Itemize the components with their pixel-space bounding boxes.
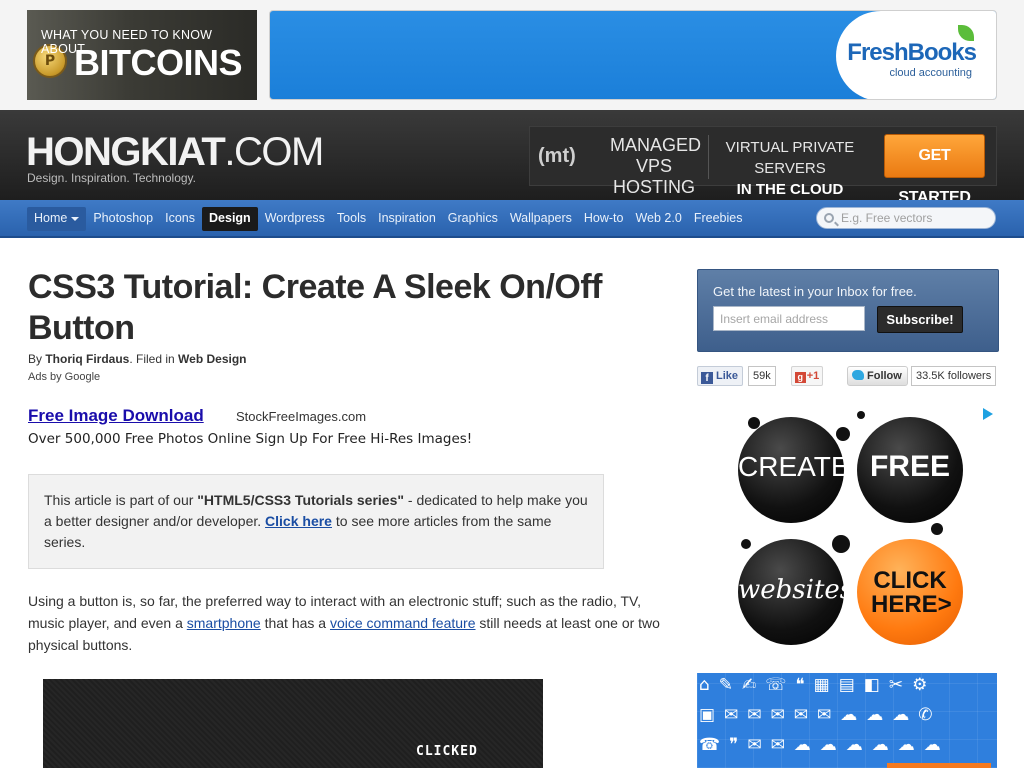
orange-bar — [887, 763, 991, 768]
site-logo[interactable]: HONGKIAT.COM — [26, 132, 324, 172]
author-link[interactable]: Thoriq Firdaus — [45, 352, 129, 366]
icon-row-2: ▣✉✉✉✉✉☁☁☁✆ — [699, 705, 942, 725]
twitter-follower-count: 33.5K followers — [911, 366, 997, 386]
icon-row-1: ⌂✎✍☏❝▦▤◧✂⚙ — [699, 675, 937, 695]
newsletter-title: Get the latest in your Inbox for free. — [713, 284, 917, 299]
ad-link-description: Over 500,000 Free Photos Online Sign Up … — [28, 431, 473, 447]
search-input[interactable] — [841, 210, 991, 226]
series-notice-box: This article is part of our "HTML5/CSS3 … — [28, 474, 604, 569]
ad-ball-free: FREE — [857, 417, 963, 523]
article-byline: By Thoriq Firdaus. Filed in Web Design — [28, 352, 247, 366]
ad-ball-websites: websites — [738, 539, 853, 645]
managed-vps-text: MANAGED VPS HOSTING — [610, 135, 702, 197]
nav-item-tools[interactable]: Tools — [332, 207, 371, 231]
facebook-like-button[interactable]: f Like — [697, 366, 744, 386]
ad-divider — [708, 135, 709, 179]
voice-command-link[interactable]: voice command feature — [330, 615, 476, 631]
intro-paragraph: Using a button is, so far, the preferred… — [28, 593, 660, 653]
category-link[interactable]: Web Design — [178, 352, 246, 366]
facebook-icon: f — [701, 372, 713, 384]
decor-dot — [857, 411, 865, 419]
nav-item-freebies[interactable]: Freebies — [689, 207, 748, 231]
ad-link-title[interactable]: Free Image Download — [28, 406, 204, 426]
article-title: CSS3 Tutorial: Create A Sleek On/Off But… — [28, 268, 602, 347]
sidebar-ad-icon-set[interactable]: ⌂✎✍☏❝▦▤◧✂⚙ ▣✉✉✉✉✉☁☁☁✆ ☎❞✉✉☁☁☁☁☁☁ — [697, 673, 997, 768]
newsletter-box: Get the latest in your Inbox for free. S… — [697, 269, 999, 352]
sidebar-ad-create-websites[interactable]: CREATE FREE websites CLICK HERE> — [697, 405, 999, 655]
caret-down-icon — [71, 216, 80, 221]
nav-item-icons[interactable]: Icons — [160, 207, 200, 231]
clicked-label: CLICKED — [416, 744, 478, 759]
main-nav: Home Photoshop Icons Design Wordpress To… — [0, 200, 1024, 238]
search-icon[interactable] — [824, 213, 834, 223]
site-header: HONGKIAT.COM Design. Inspiration. Techno… — [0, 110, 1024, 206]
decor-dot — [741, 539, 751, 549]
icon-row-3: ☎❞✉✉☁☁☁☁☁☁ — [699, 735, 950, 755]
google-plus-button[interactable]: g +1 — [791, 366, 823, 386]
google-plus-icon: g — [794, 372, 806, 383]
mt-logo: (mt) — [538, 145, 576, 167]
decor-dot — [836, 427, 850, 441]
bitcoin-ad-banner[interactable]: P WHAT YOU NEED TO KNOW ABOUT BITCOINS — [27, 10, 257, 100]
social-buttons: f Like 59k g +1 Follow 33.5K followers — [697, 366, 999, 386]
decor-dot — [931, 523, 943, 535]
top-ad-strip: P WHAT YOU NEED TO KNOW ABOUT BITCOINS F… — [0, 0, 1024, 110]
freshbooks-logo: FreshBooks — [847, 39, 977, 66]
twitter-bird-icon — [852, 370, 864, 380]
decor-dot — [832, 535, 850, 553]
button-preview-image: CLICKED — [43, 679, 543, 768]
series-click-here-link[interactable]: Click here — [265, 513, 332, 529]
nav-item-wallpapers[interactable]: Wallpapers — [505, 207, 577, 231]
nav-item-inspiration[interactable]: Inspiration — [373, 207, 441, 231]
ad-ball-click-here: CLICK HERE> — [857, 539, 963, 645]
ad-ball-create: CREATE — [738, 417, 850, 523]
twitter-follow-button[interactable]: Follow — [847, 366, 908, 386]
email-field[interactable] — [713, 306, 865, 331]
nav-item-design[interactable]: Design — [202, 207, 258, 231]
ads-by-google-label[interactable]: Ads by Google — [28, 371, 100, 383]
freshbooks-subtitle: cloud accounting — [889, 67, 972, 79]
nav-item-web20[interactable]: Web 2.0 — [630, 207, 686, 231]
vps-cloud-text: VIRTUAL PRIVATE SERVERS IN THE CLOUD — [725, 139, 855, 198]
nav-item-home[interactable]: Home — [27, 207, 87, 231]
series-notice-text: This article is part of our "HTML5/CSS3 … — [44, 492, 588, 550]
site-tagline: Design. Inspiration. Technology. — [27, 171, 196, 185]
adchoices-icon[interactable] — [983, 408, 993, 420]
nav-item-wordpress[interactable]: Wordpress — [260, 207, 330, 231]
search-box — [816, 207, 996, 229]
ad-link-url[interactable]: StockFreeImages.com — [236, 409, 366, 424]
get-started-button[interactable]: GET STARTED — [884, 134, 985, 206]
nav-menu: Home Photoshop Icons Design Wordpress To… — [27, 207, 749, 231]
subscribe-button[interactable]: Subscribe! — [877, 306, 963, 333]
nav-item-graphics[interactable]: Graphics — [443, 207, 503, 231]
freshbooks-ad-banner[interactable]: FreshBooks cloud accounting — [269, 10, 997, 100]
decor-dot — [748, 417, 760, 429]
nav-item-how-to[interactable]: How-to — [579, 207, 629, 231]
facebook-like-count: 59k — [748, 366, 776, 386]
nav-item-photoshop[interactable]: Photoshop — [88, 207, 158, 231]
smartphone-link[interactable]: smartphone — [187, 615, 261, 631]
bitcoin-ad-line2: BITCOINS — [74, 42, 243, 83]
vps-hosting-ad[interactable]: (mt) MANAGED VPS HOSTING VIRTUAL PRIVATE… — [529, 126, 997, 206]
